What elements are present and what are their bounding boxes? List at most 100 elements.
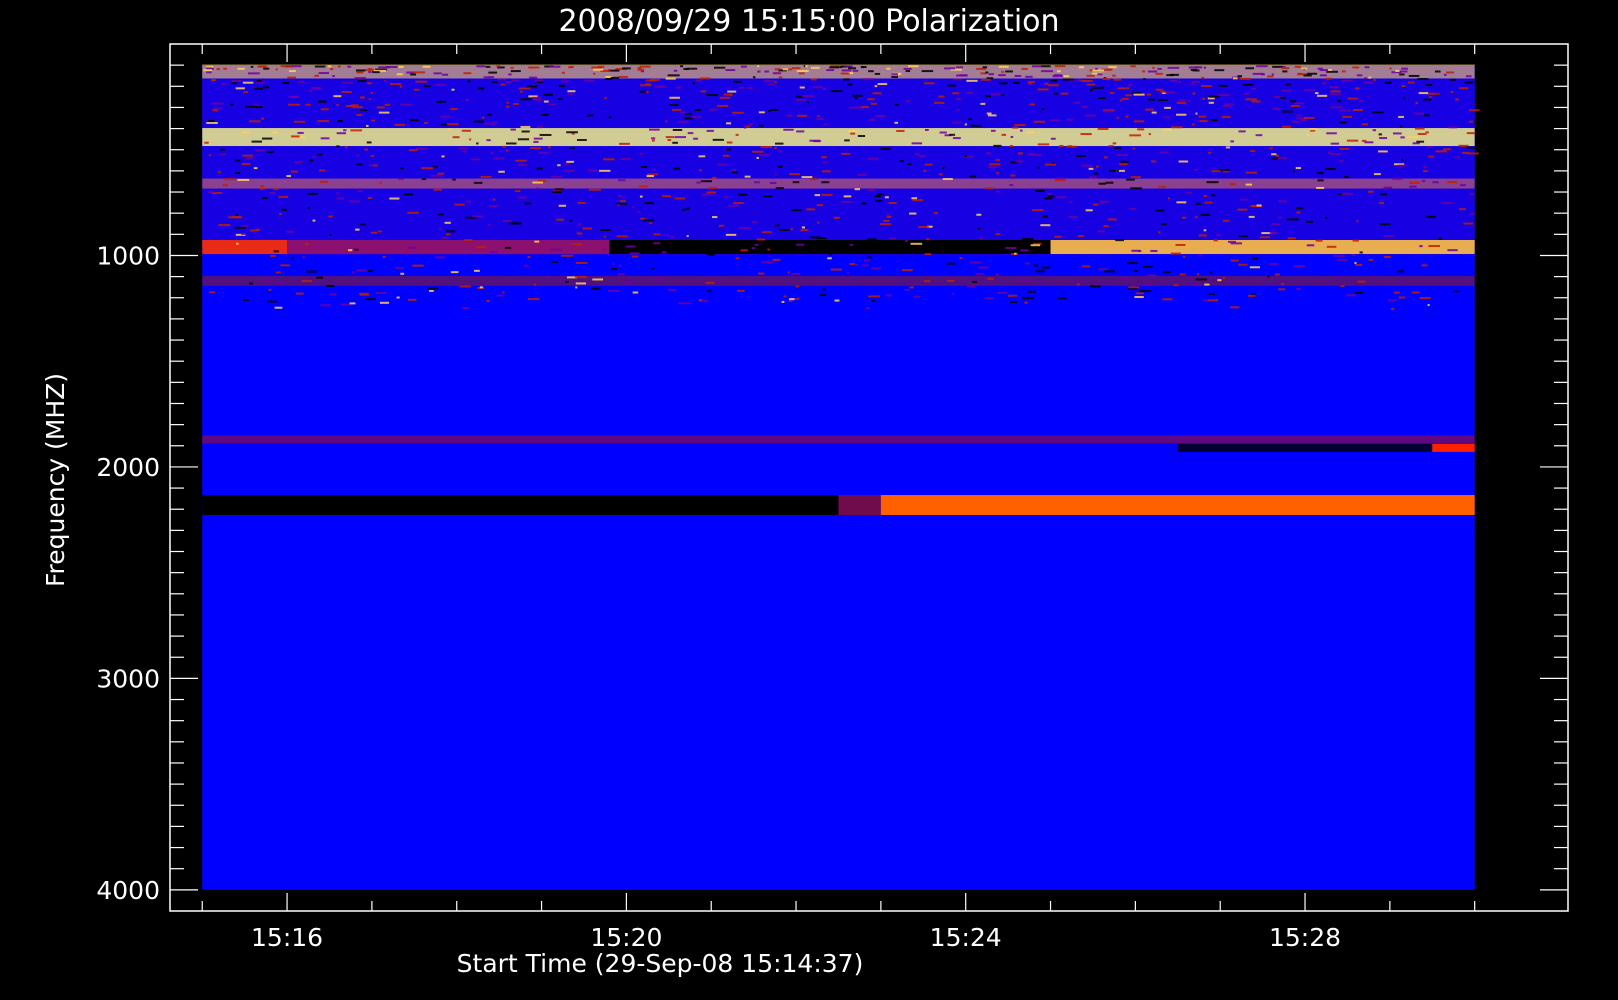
y-axis-label: Frequency (MHZ) [41,373,70,587]
heatmap-area [202,64,1475,890]
noise-speck [880,147,891,150]
noise-speck [577,138,587,141]
noise-speck [260,185,265,188]
noise-speck [1208,292,1215,295]
noise-speck [355,69,366,72]
noise-speck [1044,163,1057,166]
noise-speck [216,68,221,71]
noise-speck [938,95,945,98]
noise-speck [980,102,986,105]
noise-speck [435,83,446,86]
noise-speck [394,266,404,269]
noise-speck [246,156,254,159]
noise-speck [1357,280,1366,283]
noise-speck [1162,128,1173,131]
noise-speck [1269,231,1278,234]
noise-speck [1397,270,1405,273]
noise-speck [360,223,366,226]
noise-speck [781,300,785,303]
noise-speck [830,268,842,271]
noise-speck [1330,90,1341,93]
noise-speck [433,188,443,191]
noise-speck [599,169,611,172]
noise-speck [789,300,793,303]
noise-speck [849,243,854,246]
noise-speck [394,123,405,126]
noise-speck [1027,290,1036,293]
noise-speck [1418,92,1429,95]
noise-speck [1346,139,1359,142]
noise-speck [1398,296,1406,299]
noise-speck [989,163,1001,166]
noise-speck [1054,179,1066,182]
noise-speck [722,154,730,157]
noise-speck [1116,153,1129,156]
noise-speck [1097,127,1109,130]
noise-speck [576,232,583,235]
noise-speck [1339,121,1347,124]
noise-speck [290,170,299,173]
noise-speck [941,166,945,169]
noise-speck [905,100,911,103]
noise-speck [333,95,342,98]
noise-speck [1423,98,1432,101]
noise-speck [241,163,251,166]
noise-speck [245,105,258,108]
noise-speck [1440,201,1453,204]
noise-speck [1356,74,1363,77]
noise-speck [1033,264,1039,267]
noise-speck [423,85,431,88]
noise-speck [1321,82,1327,85]
noise-speck [1093,172,1099,175]
noise-speck [972,280,977,283]
noise-speck [611,268,618,271]
noise-speck [406,71,414,74]
noise-speck [896,129,905,132]
noise-speck [1230,140,1234,143]
noise-speck [565,163,570,166]
noise-speck [1315,239,1323,242]
noise-speck [724,196,728,199]
noise-speck [998,65,1009,68]
noise-speck [1339,159,1344,162]
noise-speck [653,233,661,236]
noise-speck [821,193,833,196]
noise-speck [1230,259,1239,262]
noise-speck [805,65,808,68]
noise-speck [924,128,929,131]
noise-speck [846,271,849,274]
x-tick-label: 15:20 [590,923,662,952]
noise-speck [1296,288,1301,291]
noise-speck [1367,190,1374,193]
noise-speck [1427,304,1430,307]
noise-speck [1138,250,1142,253]
noise-speck [687,132,694,135]
noise-speck [307,206,310,209]
noise-speck [1108,145,1114,148]
noise-speck [533,140,539,143]
noise-speck [888,202,897,205]
noise-speck [249,282,254,285]
noise-speck [1419,245,1423,248]
noise-speck [857,173,867,176]
noise-speck [248,72,260,75]
noise-speck [1337,100,1342,103]
noise-speck [1458,144,1469,147]
noise-speck [1170,79,1178,82]
noise-speck [262,86,270,89]
noise-speck [1419,297,1431,300]
noise-speck [1468,109,1480,112]
noise-speck [410,73,417,76]
noise-speck [1127,262,1138,265]
noise-speck [1147,98,1155,101]
noise-speck [302,256,306,259]
noise-speck [476,246,486,249]
noise-speck [1031,65,1042,68]
noise-speck [473,120,484,123]
noise-speck [489,251,498,254]
noise-speck [1125,115,1129,118]
noise-speck [486,299,490,302]
noise-speck [1200,213,1211,216]
noise-speck [1368,76,1372,79]
noise-speck [1229,183,1237,186]
